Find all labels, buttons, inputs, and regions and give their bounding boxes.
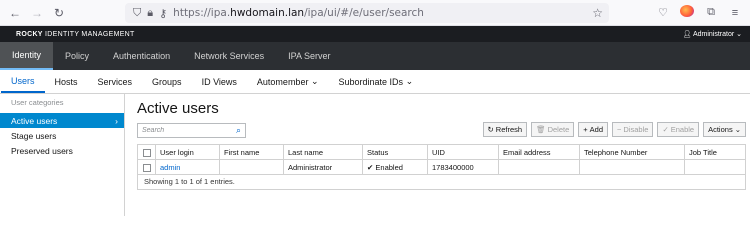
menu-icon[interactable]: ≡ <box>728 7 742 19</box>
minus-icon: − <box>617 125 622 134</box>
masthead: ROCKY IDENTITY MANAGEMENT 👤︎ Administrat… <box>0 26 750 42</box>
user-icon: 👤︎ <box>682 31 692 38</box>
tab-hosts[interactable]: Hosts <box>45 70 88 93</box>
plus-icon: + <box>583 125 588 134</box>
trash-icon: 🗑︎ <box>536 125 546 134</box>
sidebar-item-preserved-users[interactable]: Preserved users <box>0 143 124 158</box>
user-login-link[interactable]: admin <box>155 159 220 175</box>
chevron-down-icon: ⌄ <box>310 76 319 86</box>
column-header-uid[interactable]: UID <box>427 144 499 160</box>
main-navigation: Identity Policy Authentication Network S… <box>0 42 750 70</box>
nav-policy[interactable]: Policy <box>53 42 101 70</box>
table-row: admin Administrator ✔ Enabled 1783400000 <box>137 159 746 175</box>
firefox-account-icon[interactable] <box>680 5 694 20</box>
add-button[interactable]: + Add <box>578 122 609 137</box>
search-input[interactable] <box>142 126 232 134</box>
page-title: Active users <box>137 100 219 117</box>
users-table: User login First name Last name Status U… <box>137 144 746 175</box>
column-header-first-name[interactable]: First name <box>219 144 284 160</box>
search-box: ⌕ <box>137 122 246 138</box>
nav-network-services[interactable]: Network Services <box>182 42 276 70</box>
refresh-icon: ↻ <box>487 125 494 134</box>
pocket-icon[interactable]: ♡ <box>656 6 670 19</box>
column-header-telephone[interactable]: Telephone Number <box>579 144 685 160</box>
refresh-button[interactable]: ↻ Refresh <box>482 122 528 137</box>
browser-toolbar: ← → ↻ ⛉ 🔒︎ ⚷ https://ipa.hwdomain.lan/ip… <box>0 0 750 26</box>
column-header-last-name[interactable]: Last name <box>283 144 363 160</box>
column-header-job-title[interactable]: Job Title <box>684 144 746 160</box>
select-all-checkbox[interactable] <box>137 144 156 160</box>
nav-authentication[interactable]: Authentication <box>101 42 182 70</box>
chevron-down-icon: ⌄ <box>734 125 741 134</box>
row-checkbox[interactable] <box>137 159 156 175</box>
address-bar[interactable]: ⛉ 🔒︎ ⚷ https://ipa.hwdomain.lan/ipa/ui/#… <box>125 3 609 23</box>
cell-status: ✔ Enabled <box>362 159 428 175</box>
enable-button[interactable]: ✓ Enable <box>657 122 700 137</box>
tab-id-views[interactable]: ID Views <box>192 70 247 93</box>
key-icon[interactable]: ⚷ <box>159 7 167 20</box>
tab-subordinate-ids[interactable]: Subordinate IDs ⌄ <box>329 70 424 93</box>
check-icon: ✔ <box>367 162 374 172</box>
sub-navigation: Users Hosts Services Groups ID Views Aut… <box>0 70 750 94</box>
cell-job-title <box>684 159 746 175</box>
lock-icon[interactable]: 🔒︎ <box>147 7 153 20</box>
sidebar-heading: User categories <box>11 98 64 107</box>
shield-icon[interactable]: ⛉ <box>133 7 141 20</box>
user-menu[interactable]: 👤︎ Administrator ⌄ <box>682 30 742 38</box>
nav-ipa-server[interactable]: IPA Server <box>276 42 342 70</box>
cell-first-name <box>219 159 284 175</box>
chevron-down-icon: ⌄ <box>736 31 742 38</box>
forward-arrow-icon[interactable]: → <box>26 6 48 20</box>
tab-groups[interactable]: Groups <box>142 70 192 93</box>
disable-button[interactable]: − Disable <box>612 122 654 137</box>
column-header-status[interactable]: Status <box>362 144 428 160</box>
table-header-row: User login First name Last name Status U… <box>137 144 746 160</box>
nav-identity[interactable]: Identity <box>0 42 54 70</box>
delete-button[interactable]: 🗑︎ Delete <box>531 122 575 137</box>
table-footer: Showing 1 to 1 of 1 entries. <box>137 175 746 190</box>
actions-button[interactable]: Actions ⌄ <box>703 122 746 137</box>
chevron-right-icon: › <box>115 115 118 126</box>
tab-services[interactable]: Services <box>88 70 143 93</box>
reload-icon[interactable]: ↻ <box>48 6 70 20</box>
cell-telephone <box>579 159 685 175</box>
column-header-user-login[interactable]: User login <box>155 144 220 160</box>
cell-email <box>498 159 580 175</box>
back-arrow-icon[interactable]: ← <box>4 6 26 20</box>
chevron-down-icon: ⌄ <box>405 76 414 86</box>
column-header-email[interactable]: Email address <box>498 144 580 160</box>
search-icon[interactable]: ⌕ <box>236 125 241 136</box>
sidebar-item-active-users[interactable]: Active users › <box>0 113 124 128</box>
check-icon: ✓ <box>662 125 669 134</box>
bookmark-star-icon[interactable]: ☆ <box>592 6 603 20</box>
url-text[interactable]: https://ipa.hwdomain.lan/ipa/ui/#/e/user… <box>173 7 424 19</box>
sidebar: User categories Active users › Stage user… <box>0 94 125 216</box>
cell-uid: 1783400000 <box>427 159 499 175</box>
extensions-icon[interactable]: ⧉ <box>704 6 718 19</box>
cell-last-name: Administrator <box>283 159 363 175</box>
main-content: Active users ⌕ ↻Refresh 🗑︎Delete +Add −D… <box>125 94 750 216</box>
tab-users[interactable]: Users <box>1 70 45 93</box>
sidebar-item-stage-users[interactable]: Stage users <box>0 128 124 143</box>
brand-logo: ROCKY IDENTITY MANAGEMENT <box>16 30 135 38</box>
tab-automember[interactable]: Automember ⌄ <box>247 70 329 93</box>
